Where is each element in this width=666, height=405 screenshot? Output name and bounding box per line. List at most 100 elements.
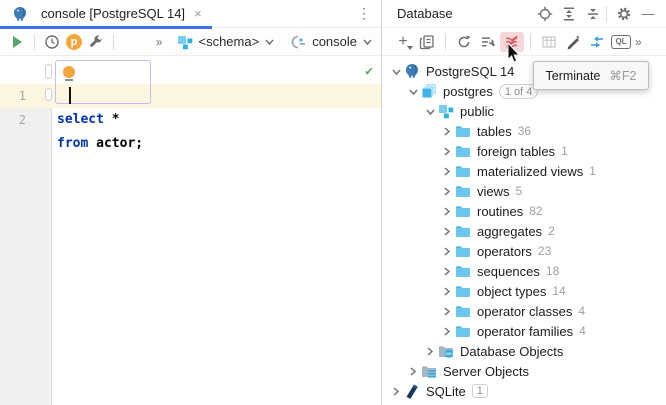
tree-item-operator-families[interactable]: operator families 4 [383, 321, 666, 341]
terminate-tooltip: Terminate ⌘F2 [533, 61, 649, 90]
folder-icon [455, 203, 471, 219]
tree-item-server-objects[interactable]: Server Objects [383, 361, 666, 381]
item-count: 1 [561, 144, 568, 158]
locate-icon [537, 6, 553, 22]
tooltip-shortcut: ⌘F2 [609, 68, 636, 83]
panel-settings-button[interactable] [614, 4, 634, 24]
tab-title: console [PostgreSQL 14] [41, 6, 185, 21]
console-settings-button[interactable] [85, 32, 107, 52]
tree-item-sqlite[interactable]: SQLite 1 [383, 381, 666, 401]
open-table-button[interactable] [537, 32, 561, 52]
intention-bulb-icon[interactable] [63, 66, 75, 78]
tree-item-object-types[interactable]: object types 14 [383, 281, 666, 301]
duplicate-button[interactable] [415, 32, 439, 52]
item-count: 4 [579, 324, 586, 338]
expand-all-button[interactable] [559, 4, 579, 24]
chevron-right-icon[interactable] [440, 243, 455, 259]
toolbar-separator [606, 6, 607, 22]
dropdown-caret-icon [407, 46, 413, 50]
refresh-icon [456, 34, 472, 50]
tree-item-aggregates[interactable]: aggregates 2 [383, 221, 666, 241]
chevron-right-icon[interactable] [440, 203, 455, 219]
collapse-all-button[interactable] [583, 4, 603, 24]
expand-all-icon [561, 6, 577, 22]
console-selector-label: console [312, 34, 357, 49]
tree-item-routines[interactable]: routines 82 [383, 201, 666, 221]
chevron-right-icon[interactable] [440, 283, 455, 299]
chevron-right-icon[interactable] [440, 163, 455, 179]
ide-window: console [PostgreSQL 14] × ⋮ p » <schema> [0, 0, 666, 405]
pencil-icon [565, 34, 581, 50]
server-objects-folder-icon [421, 363, 437, 379]
gear-icon [616, 6, 632, 22]
tree-item-operators[interactable]: operators 23 [383, 241, 666, 261]
jump-to-console-button[interactable] [585, 32, 609, 52]
tree-item-operator-classes[interactable]: operator classes 4 [383, 301, 666, 321]
tree-item-views[interactable]: views 5 [383, 181, 666, 201]
tree-item-sequences[interactable]: sequences 18 [383, 261, 666, 281]
folder-icon [455, 163, 471, 179]
schema-selector[interactable]: <schema> [177, 34, 275, 50]
tree-item-database-objects[interactable]: Database Objects [383, 341, 666, 361]
code-line: 1 select * [0, 60, 381, 84]
chevron-right-icon[interactable] [440, 143, 455, 159]
properties-wrench-icon [480, 34, 496, 50]
gutter-marker[interactable] [45, 88, 52, 101]
item-count: 1 [589, 164, 596, 178]
chevron-right-icon[interactable] [440, 323, 455, 339]
chevron-right-icon[interactable] [389, 383, 404, 399]
editor-tab-bar: console [PostgreSQL 14] × ⋮ [0, 0, 381, 28]
modify-button[interactable] [561, 32, 585, 52]
gutter-marker[interactable] [45, 64, 52, 79]
item-count: 14 [552, 284, 565, 298]
mouse-cursor [507, 43, 521, 64]
collapse-all-icon [585, 6, 601, 22]
chevron-right-icon[interactable] [440, 123, 455, 139]
tree-item-foreign-tables[interactable]: foreign tables 1 [383, 141, 666, 161]
inspection-ok-icon[interactable]: ✔ [365, 64, 373, 79]
sqlite-icon [404, 383, 420, 399]
database-toolbar: + QL » [383, 28, 666, 56]
schema-icon [438, 103, 454, 119]
locate-object-button[interactable] [535, 4, 555, 24]
tree-item-tables[interactable]: tables 36 [383, 121, 666, 141]
tree-item-materialized-views[interactable]: materialized views 1 [383, 161, 666, 181]
more-actions-icon[interactable]: » [635, 35, 641, 49]
console-selector[interactable]: console [291, 34, 373, 50]
chevron-down-icon[interactable] [406, 83, 421, 99]
chevron-down-icon[interactable] [389, 63, 404, 79]
folder-icon [455, 283, 471, 299]
tab-console[interactable]: console [PostgreSQL 14] × [0, 0, 212, 28]
folder-icon [455, 323, 471, 339]
hide-panel-button[interactable]: — [638, 4, 658, 24]
execution-history-button[interactable] [41, 32, 63, 52]
refresh-button[interactable] [452, 32, 476, 52]
parameters-button[interactable]: p [63, 32, 85, 52]
wrench-icon [88, 34, 104, 50]
chevron-right-icon[interactable] [440, 303, 455, 319]
parameters-icon: p [66, 34, 82, 50]
table-icon [541, 34, 557, 50]
tree-item-public[interactable]: public [383, 101, 666, 121]
more-actions-icon[interactable]: » [156, 35, 162, 49]
query-console-button[interactable]: QL [609, 32, 633, 52]
sql-editor[interactable]: 1 select * 2 from actor; ✔ [0, 57, 381, 405]
chevron-right-icon[interactable] [440, 223, 455, 239]
chevron-right-icon[interactable] [406, 363, 421, 379]
database-tree: PostgreSQL 14 postgres 1 of 4 public tab… [383, 56, 666, 401]
editor-panel: console [PostgreSQL 14] × ⋮ p » <schema> [0, 0, 382, 405]
item-count: 2 [548, 224, 555, 238]
chevron-down-icon[interactable] [423, 103, 438, 119]
tab-options-icon[interactable]: ⋮ [357, 5, 381, 22]
folder-icon [455, 263, 471, 279]
run-button[interactable] [6, 32, 28, 52]
tab-close-icon[interactable]: × [194, 6, 202, 21]
schema-icon [177, 34, 193, 50]
data-source-properties-button[interactable] [476, 32, 500, 52]
active-tab-underline [0, 26, 212, 29]
item-count: 82 [529, 204, 542, 218]
new-item-button[interactable]: + [391, 32, 415, 52]
chevron-right-icon[interactable] [440, 183, 455, 199]
chevron-right-icon[interactable] [440, 263, 455, 279]
chevron-right-icon[interactable] [423, 343, 438, 359]
